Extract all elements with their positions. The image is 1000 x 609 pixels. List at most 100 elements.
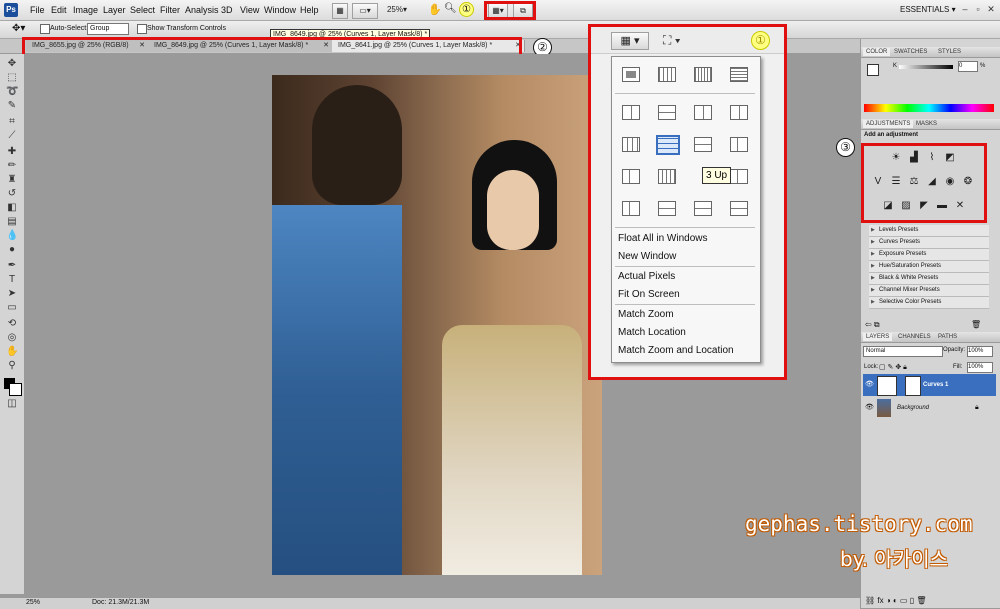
menu-filter[interactable]: Filter xyxy=(160,5,180,15)
show-transform-checkbox[interactable] xyxy=(137,24,147,34)
layout-tile-all-horizontal[interactable] xyxy=(730,67,748,82)
marquee-tool-icon[interactable]: ⬚ xyxy=(6,72,18,84)
arrange-documents-button[interactable]: ▦ ▾ xyxy=(611,32,649,50)
menu-image[interactable]: Image xyxy=(73,5,98,15)
document-photo[interactable] xyxy=(272,75,602,575)
auto-select-dropdown[interactable]: Group xyxy=(87,23,129,35)
menu-window[interactable]: Window xyxy=(264,5,296,15)
lock-icons[interactable]: ▢ ✎ ✥ 🔒︎ xyxy=(879,363,907,372)
bridge-button[interactable]: ▦ xyxy=(332,3,348,19)
menu-file[interactable]: File xyxy=(30,5,45,15)
panel-delete-icon[interactable]: 🗑︎ xyxy=(971,320,981,329)
menu-actual-pixels[interactable]: Actual Pixels xyxy=(618,271,675,282)
layout-2-up-vertical[interactable] xyxy=(622,105,640,120)
color-balance-icon[interactable]: ⚖ xyxy=(907,176,921,188)
auto-select-checkbox[interactable] xyxy=(40,24,50,34)
posterize-icon[interactable]: ▨ xyxy=(899,200,913,212)
layer-row-background[interactable]: 👁︎ Background 🔒︎ xyxy=(863,397,996,419)
layer-mask-thumbnail[interactable] xyxy=(905,376,921,396)
layout-consolidate-all[interactable] xyxy=(622,67,640,82)
screen-mode-icon[interactable]: ⛶ ▾ xyxy=(663,33,681,48)
menu-match-zoom-location[interactable]: Match Zoom and Location xyxy=(618,345,734,356)
pen-tool-icon[interactable]: ✒ xyxy=(6,260,18,272)
layout-5-up-grid[interactable] xyxy=(658,201,676,216)
tab-adjustments[interactable]: ADJUSTMENTS xyxy=(863,120,914,128)
preset-selective-color[interactable]: Selective Color Presets xyxy=(869,297,989,309)
move-tool-icon[interactable]: ✥ xyxy=(6,58,18,70)
selective-color-icon[interactable]: ✕ xyxy=(953,200,967,212)
eraser-tool-icon[interactable]: ◧ xyxy=(6,202,18,214)
fill-input[interactable]: 100% xyxy=(967,362,993,373)
3d-rotate-tool-icon[interactable]: ⟲ xyxy=(6,318,18,330)
move-tool-icon[interactable]: ✥▾ xyxy=(12,23,25,34)
quick-mask-icon[interactable]: ◫ xyxy=(6,398,18,410)
layout-6-up[interactable] xyxy=(694,201,712,216)
preset-channel-mixer[interactable]: Channel Mixer Presets xyxy=(869,285,989,297)
layout-3-up-left[interactable] xyxy=(730,137,748,152)
preset-hue-saturation[interactable]: Hue/Saturation Presets xyxy=(869,261,989,273)
layout-tile-all-grid[interactable] xyxy=(658,67,676,82)
shape-tool-icon[interactable]: ▭ xyxy=(6,302,18,314)
channel-mixer-icon[interactable]: ❂ xyxy=(961,176,975,188)
menu-fit-on-screen[interactable]: Fit On Screen xyxy=(618,289,680,300)
color-k-slider[interactable] xyxy=(899,65,953,69)
layout-5-up-left[interactable] xyxy=(622,201,640,216)
menu-view[interactable]: View xyxy=(240,5,259,15)
zoom-level-dropdown[interactable]: 25%▾ xyxy=(380,3,414,17)
panel-footer-icons[interactable]: ⇦ ⧉ xyxy=(865,320,880,330)
workspace-switcher[interactable]: ESSENTIALS ▾ xyxy=(900,5,956,14)
layout-3-up-vertical[interactable] xyxy=(622,137,640,152)
menu-select[interactable]: Select xyxy=(130,5,155,15)
layout-tile-all-vertical[interactable] xyxy=(694,67,712,82)
tab-masks[interactable]: MASKS xyxy=(913,120,940,128)
menu-3d[interactable]: 3D xyxy=(221,5,233,15)
menu-analysis[interactable]: Analysis xyxy=(185,5,219,15)
color-spectrum[interactable] xyxy=(864,104,994,112)
layout-4-up-left[interactable] xyxy=(622,169,640,184)
preset-black-white[interactable]: Black & White Presets xyxy=(869,273,989,285)
menu-edit[interactable]: Edit xyxy=(51,5,67,15)
tab-channels[interactable]: CHANNELS xyxy=(895,333,934,341)
black-white-icon[interactable]: ◢ xyxy=(925,176,939,188)
layout-4-up-right[interactable] xyxy=(730,169,748,184)
layout-6-up-grid[interactable] xyxy=(730,201,748,216)
blend-mode-dropdown[interactable]: Normal xyxy=(863,346,943,357)
menu-new-window[interactable]: New Window xyxy=(618,251,676,262)
hand-tool-icon[interactable]: ✋ xyxy=(428,3,442,16)
menu-layer[interactable]: Layer xyxy=(103,5,126,15)
layout-3-up-stacked[interactable] xyxy=(694,105,712,120)
invert-icon[interactable]: ◪ xyxy=(881,200,895,212)
lasso-tool-icon[interactable]: ➰ xyxy=(6,86,18,98)
opacity-input[interactable]: 100% xyxy=(967,346,993,357)
preset-exposure[interactable]: Exposure Presets xyxy=(869,249,989,261)
layers-footer-icons[interactable]: ⛓ fx ◑ ◐ ▭ ▯ 🗑︎ xyxy=(865,596,927,605)
zoom-tool-icon[interactable]: 🔍︎ xyxy=(444,3,457,14)
gradient-tool-icon[interactable]: ▤ xyxy=(6,216,18,228)
zoom-tool-icon[interactable]: ⚲ xyxy=(6,360,18,372)
path-select-tool-icon[interactable]: ➤ xyxy=(6,288,18,300)
layout-3-up-horizontal[interactable] xyxy=(656,135,680,155)
blur-tool-icon[interactable]: 💧 xyxy=(6,230,18,242)
color-k-value[interactable]: 0 xyxy=(958,61,978,72)
preset-curves[interactable]: Curves Presets xyxy=(869,237,989,249)
dodge-tool-icon[interactable]: ● xyxy=(6,244,18,256)
layer-row-curves[interactable]: 👁︎ Curves 1 xyxy=(863,374,996,396)
menu-float-all[interactable]: Float All in Windows xyxy=(618,233,707,244)
gradient-map-icon[interactable]: ▬ xyxy=(935,200,949,212)
layer-name[interactable]: Background xyxy=(897,397,929,419)
status-zoom[interactable]: 25% xyxy=(26,599,40,606)
brightness-icon[interactable]: ☀ xyxy=(889,152,903,164)
history-brush-tool-icon[interactable]: ↺ xyxy=(6,188,18,200)
healing-tool-icon[interactable]: ✚ xyxy=(6,146,18,158)
close-icon[interactable]: ✕ xyxy=(986,4,996,14)
hue-saturation-icon[interactable]: ☰ xyxy=(889,176,903,188)
screen-view-button[interactable]: ▭▾ xyxy=(352,3,378,19)
tab-swatches[interactable]: SWATCHES xyxy=(891,48,930,56)
tab-styles[interactable]: STYLES xyxy=(935,48,964,56)
color-swatch[interactable] xyxy=(867,64,879,76)
layout-2-up-horizontal[interactable] xyxy=(658,105,676,120)
menu-help[interactable]: Help xyxy=(300,5,319,15)
layout-4-up[interactable] xyxy=(694,137,712,152)
maximize-icon[interactable]: ▫ xyxy=(973,4,983,14)
menu-match-location[interactable]: Match Location xyxy=(618,327,686,338)
